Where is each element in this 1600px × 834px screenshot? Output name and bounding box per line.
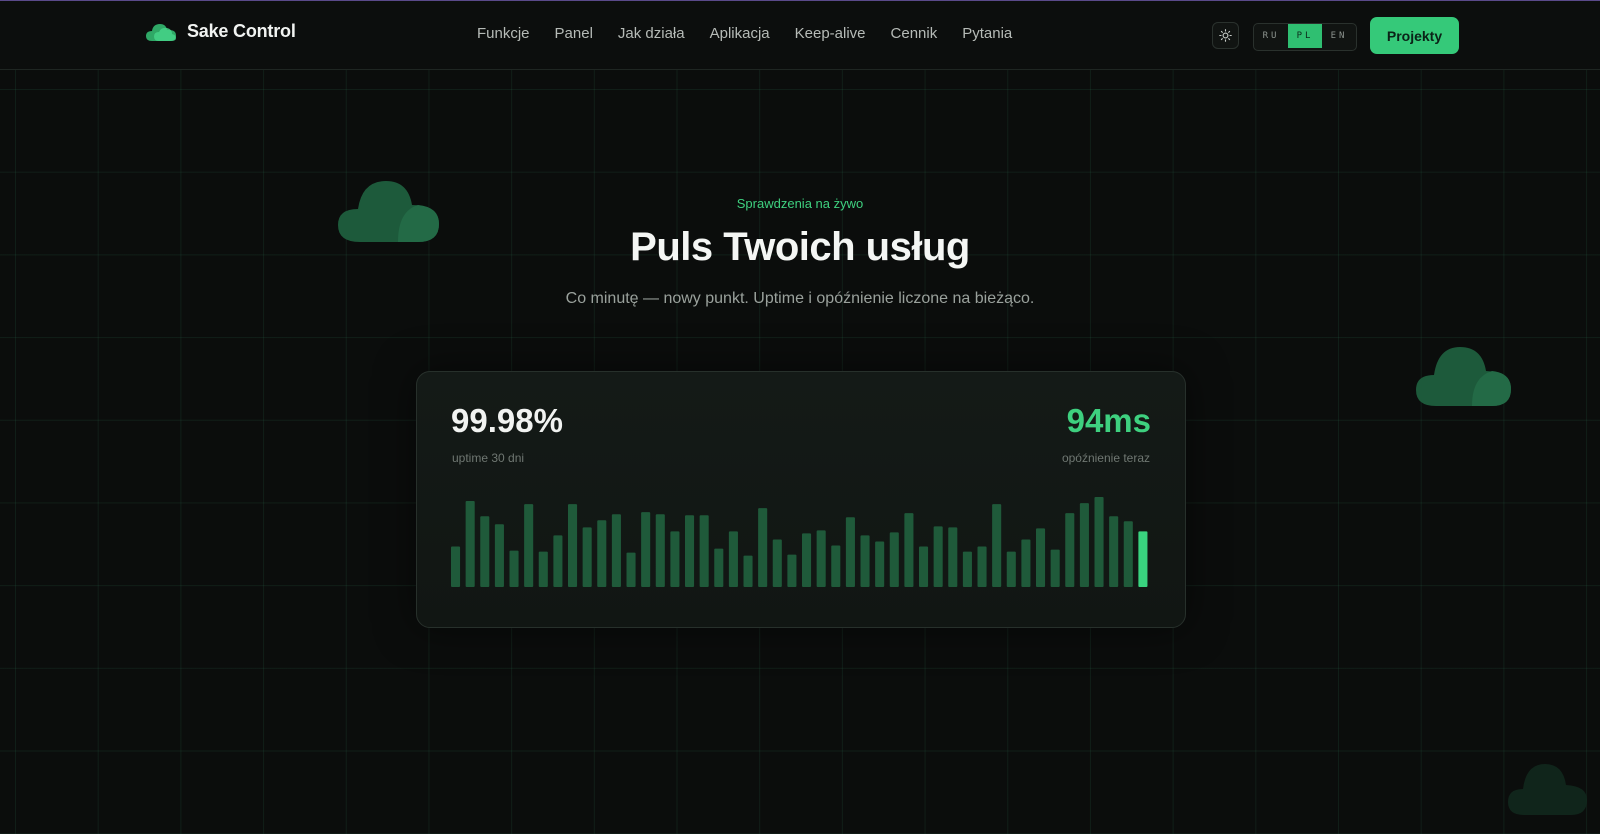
site-header: Sake Control Funkcje Panel Jak działa Ap… (0, 1, 1600, 70)
latency-bar (772, 539, 782, 587)
nav-link-jak-dziala[interactable]: Jak działa (618, 25, 685, 42)
brand-name: Sake Control (187, 21, 296, 41)
latency-bar (1079, 503, 1089, 587)
latency-bar (699, 515, 709, 587)
latency-bar (451, 546, 461, 587)
latency-bar (1109, 516, 1119, 587)
lang-option-ru[interactable]: RU (1254, 24, 1288, 48)
latency-bar (992, 504, 1002, 587)
latency-bar (524, 504, 534, 587)
nav-link-funkcje[interactable]: Funkcje (477, 25, 530, 42)
latency-bar (889, 532, 899, 587)
latency-bar (465, 501, 475, 587)
latency-bar (538, 551, 548, 587)
latency-bar (626, 552, 636, 587)
latency-bar (933, 526, 943, 587)
latency-bar-current (1138, 531, 1148, 587)
latency-bar (845, 517, 855, 587)
lang-option-pl[interactable]: PL (1288, 24, 1322, 48)
status-card: 99.98% uptime 30 dni 94ms opóźnienie ter… (416, 371, 1186, 628)
cloud-decoration-right (1416, 347, 1511, 406)
latency-bar (685, 515, 695, 587)
uptime-label: uptime 30 dni (452, 451, 525, 465)
latency-bar (787, 554, 797, 587)
latency-bar (904, 513, 914, 587)
latency-bar (1050, 549, 1060, 587)
cloud-icon (146, 23, 176, 41)
latency-bar (919, 546, 929, 587)
language-switcher: RU PL EN (1253, 23, 1357, 51)
latency-bar (611, 514, 621, 587)
latency-bar (1036, 528, 1046, 587)
latency-bar (728, 531, 738, 587)
latency-label: opóźnienie teraz (1061, 451, 1150, 465)
section-subtitle: Co minutę — nowy punkt. Uptime i opóźnie… (565, 290, 1035, 307)
latency-bar (816, 530, 826, 587)
latency-bar (948, 527, 958, 587)
latency-bar (977, 546, 987, 587)
latency-bar (802, 533, 812, 587)
nav-link-pytania[interactable]: Pytania (962, 25, 1012, 42)
latency-bar (758, 508, 768, 587)
latency-bar (670, 531, 680, 587)
theme-toggle-button[interactable] (1212, 22, 1239, 49)
latency-bar (568, 504, 578, 587)
latency-bar (509, 550, 519, 587)
latency-bar (480, 516, 490, 587)
section-title: Puls Twoich usług (630, 225, 970, 269)
latency-bar (743, 555, 753, 587)
section-eyebrow: Sprawdzenia na żywo (736, 196, 864, 211)
latency-bar (875, 541, 885, 587)
latency-bar (1094, 497, 1104, 587)
latency-bar (1021, 539, 1031, 587)
latency-bar (641, 512, 651, 587)
latency-value: 94ms (1066, 402, 1151, 439)
nav-link-keep-alive[interactable]: Keep-alive (795, 25, 866, 42)
latency-bar (831, 545, 841, 587)
sun-icon (1219, 29, 1232, 42)
main-nav: Funkcje Panel Jak działa Aplikacja Keep-… (477, 25, 1037, 42)
latency-bar (655, 514, 665, 587)
latency-bar (1123, 521, 1133, 587)
nav-link-cennik[interactable]: Cennik (891, 25, 938, 42)
uptime-value: 99.98% (451, 402, 563, 439)
latency-bar (714, 548, 724, 587)
latency-bar (582, 527, 592, 587)
lang-option-en[interactable]: EN (1322, 24, 1356, 48)
latency-bar (962, 551, 972, 587)
latency-bar (553, 535, 563, 587)
nav-link-aplikacja[interactable]: Aplikacja (710, 25, 770, 42)
latency-bar (860, 535, 870, 587)
latency-bar (1065, 513, 1075, 587)
cloud-decoration-bottom (1508, 764, 1587, 815)
projects-button[interactable]: Projekty (1370, 17, 1459, 54)
nav-link-panel[interactable]: Panel (555, 25, 593, 42)
latency-bar (494, 524, 504, 587)
latency-bar (597, 520, 607, 587)
brand[interactable]: Sake Control (145, 21, 296, 42)
latency-bar (1006, 551, 1016, 587)
latency-bar-chart (451, 497, 1148, 587)
